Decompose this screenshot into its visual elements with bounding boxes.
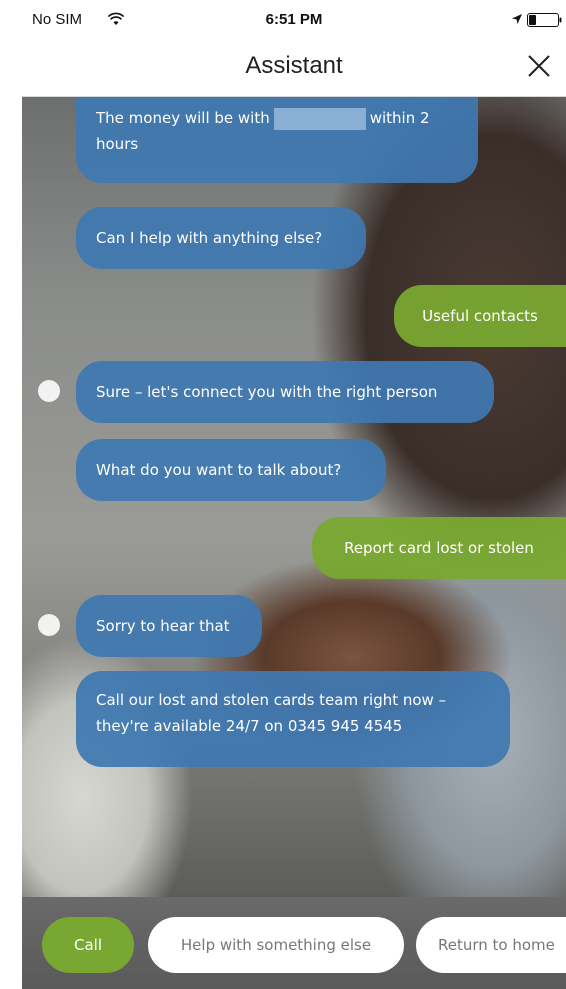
clock: 6:51 PM xyxy=(265,11,323,28)
bot-message: The money will be with within 2 hours xyxy=(76,97,478,183)
bot-message: Can I help with anything else? xyxy=(76,207,366,269)
bot-message: Sorry to hear that xyxy=(76,595,262,657)
message-text: Useful contacts xyxy=(422,307,538,325)
page-title: Assistant xyxy=(245,52,343,79)
bot-message: Call our lost and stolen cards team righ… xyxy=(76,671,510,767)
message-text: within 2 xyxy=(369,109,430,127)
bot-message: What do you want to talk about? xyxy=(76,439,386,501)
message-text: What do you want to talk about? xyxy=(96,461,342,479)
help-with-something-else-button[interactable]: Help with something else xyxy=(148,917,404,973)
return-to-home-button[interactable]: Return to home xyxy=(416,917,566,973)
message-text: Sure – let's connect you with the right … xyxy=(96,383,438,401)
call-button[interactable]: Call xyxy=(42,917,134,973)
message-text: Sorry to hear that xyxy=(96,617,230,635)
message-text: Call our lost and stolen cards team righ… xyxy=(96,691,447,709)
close-icon[interactable] xyxy=(527,54,551,78)
message-text: Report card lost or stolen xyxy=(344,539,534,557)
status-bar: No SIM 6:51 PM xyxy=(22,6,566,34)
location-icon xyxy=(512,14,522,24)
bot-message: Sure – let's connect you with the right … xyxy=(76,361,494,423)
user-message: Report card lost or stolen xyxy=(312,517,566,579)
chat-area[interactable]: The money will be with within 2 hours Can… xyxy=(22,97,566,897)
message-text: The money will be with xyxy=(96,109,270,127)
message-text: Can I help with anything else? xyxy=(96,229,323,247)
battery-icon xyxy=(527,13,562,27)
redacted-block xyxy=(273,107,366,130)
message-text: they're available 24/7 on 0345 945 4545 xyxy=(96,717,403,735)
phone-screen: No SIM 6:51 PM Assistant The money will … xyxy=(22,6,566,989)
quick-reply-bar: Call Help with something else Return to … xyxy=(22,897,566,989)
message-text: hours xyxy=(96,135,139,153)
assistant-avatar-icon xyxy=(38,614,60,636)
user-message: Useful contacts xyxy=(394,285,566,347)
nav-bar: Assistant xyxy=(22,34,566,97)
assistant-avatar-icon xyxy=(38,380,60,402)
